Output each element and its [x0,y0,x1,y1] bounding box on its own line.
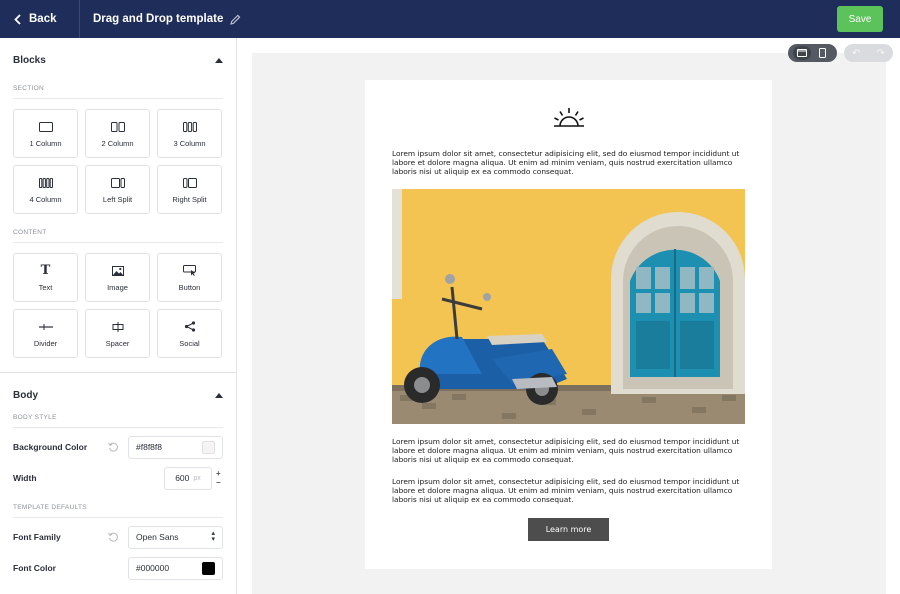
block-label: Divider [33,338,58,348]
template-title-text: Drag and Drop template [93,13,224,25]
background-color-swatch[interactable] [202,440,215,454]
text-icon: T [40,263,51,278]
email-paragraph[interactable]: Lorem ipsum dolor sit amet, consectetur … [392,477,747,504]
font-family-row: Font Family Open Sans ▴ ▾ [0,522,236,552]
block-image[interactable]: Image [85,253,150,302]
history-controls: ↶ ↷ [844,44,893,62]
width-row: Width 600 px + − [0,463,236,493]
left-split-icon [110,176,125,190]
block-label: Image [107,282,128,292]
block-label: Button [178,282,201,292]
font-color-swatch[interactable] [202,561,215,575]
block-social[interactable]: Social [157,309,222,358]
collapse-blocks-icon[interactable] [215,57,223,63]
body-style-subheading: BODY STYLE [13,414,57,421]
mobile-icon[interactable] [814,46,832,60]
font-color-value: #000000 [136,563,170,573]
block-1-column[interactable]: 1 Column [13,109,78,158]
email-paragraph[interactable]: Lorem ipsum dolor sit amet, consectetur … [392,149,747,176]
content-blocks-grid: T Text Image Button Divider Spacer Socia… [0,253,236,358]
background-color-input[interactable]: #f8f8f8 [128,435,223,459]
width-value: 600 [175,473,190,483]
email-paragraph[interactable]: Lorem ipsum dolor sit amet, consectetur … [392,437,747,464]
chevron-left-icon [14,13,21,25]
width-unit: px [193,474,201,482]
section-blocks-grid: 1 Column 2 Column 3 Column 4 Column Left… [0,109,236,214]
block-text[interactable]: T Text [13,253,78,302]
font-color-row: Font Color #000000 [0,553,236,583]
template-defaults-divider [13,517,223,518]
font-color-label: Font Color [13,563,56,573]
reset-icon[interactable] [108,532,122,542]
block-left-split[interactable]: Left Split [85,165,150,214]
blocks-title: Blocks [13,54,46,66]
font-family-select[interactable]: Open Sans ▴ ▾ [128,525,223,549]
top-bar: Back Drag and Drop template Save [0,0,900,38]
font-color-input[interactable]: #000000 [128,556,223,580]
block-label: Text [38,282,53,292]
background-color-row: Background Color #f8f8f8 [0,432,236,462]
block-label: Left Split [102,194,133,204]
block-label: Spacer [105,338,130,348]
block-right-split[interactable]: Right Split [157,165,222,214]
block-label: 2 Column [101,138,134,148]
background-color-value: #f8f8f8 [136,442,162,452]
share-icon [184,320,196,334]
blocks-panel-header[interactable]: Blocks [0,38,236,82]
block-label: 3 Column [173,138,206,148]
sunrise-icon[interactable] [552,106,586,135]
background-color-label: Background Color [13,442,88,452]
redo-icon[interactable]: ↷ [877,48,885,59]
scooter-photo[interactable] [392,189,745,424]
increment-icon[interactable]: + [216,469,221,478]
block-label: 4 Column [29,194,62,204]
block-label: Social [179,338,200,348]
desktop-icon[interactable] [793,46,812,60]
three-column-icon [182,120,197,134]
back-button[interactable]: Back [0,0,80,38]
image-icon [111,264,124,278]
content-subheading: CONTENT [13,229,47,236]
right-split-icon [182,176,197,190]
button-icon [182,264,197,278]
block-spacer[interactable]: Spacer [85,309,150,358]
section-subheading: SECTION [13,85,44,92]
template-defaults-subheading: TEMPLATE DEFAULTS [13,504,87,511]
block-label: Right Split [172,194,207,204]
learn-more-button[interactable]: Learn more [528,518,609,541]
content-divider [13,242,223,243]
divider-icon [38,320,53,334]
undo-icon[interactable]: ↶ [852,48,860,59]
font-family-value: Open Sans [136,532,179,542]
save-button[interactable]: Save [837,6,883,32]
view-toggle [788,44,837,62]
body-style-divider [13,427,223,428]
select-arrows-icon: ▴ ▾ [211,530,215,543]
font-family-label: Font Family [13,532,61,542]
block-2-column[interactable]: 2 Column [85,109,150,158]
width-stepper[interactable]: + − [216,469,221,487]
block-button[interactable]: Button [157,253,222,302]
width-input[interactable]: 600 px [164,466,212,490]
sidebar: Blocks SECTION 1 Column 2 Column 3 Colum… [0,38,237,594]
section-divider [13,98,223,99]
block-3-column[interactable]: 3 Column [157,109,222,158]
block-4-column[interactable]: 4 Column [13,165,78,214]
spacer-icon [111,320,125,334]
email-preview: Lorem ipsum dolor sit amet, consectetur … [365,80,772,569]
body-title: Body [13,389,38,401]
width-label: Width [13,473,37,483]
one-column-icon [38,120,53,134]
two-column-icon [110,120,125,134]
reset-icon[interactable] [108,442,122,452]
collapse-body-icon[interactable] [215,392,223,398]
decrement-icon[interactable]: − [216,478,221,487]
block-divider[interactable]: Divider [13,309,78,358]
four-column-icon [38,176,53,190]
back-label: Back [29,13,57,25]
block-label: 1 Column [29,138,62,148]
pencil-icon[interactable] [230,14,241,25]
template-title: Drag and Drop template [93,13,241,25]
